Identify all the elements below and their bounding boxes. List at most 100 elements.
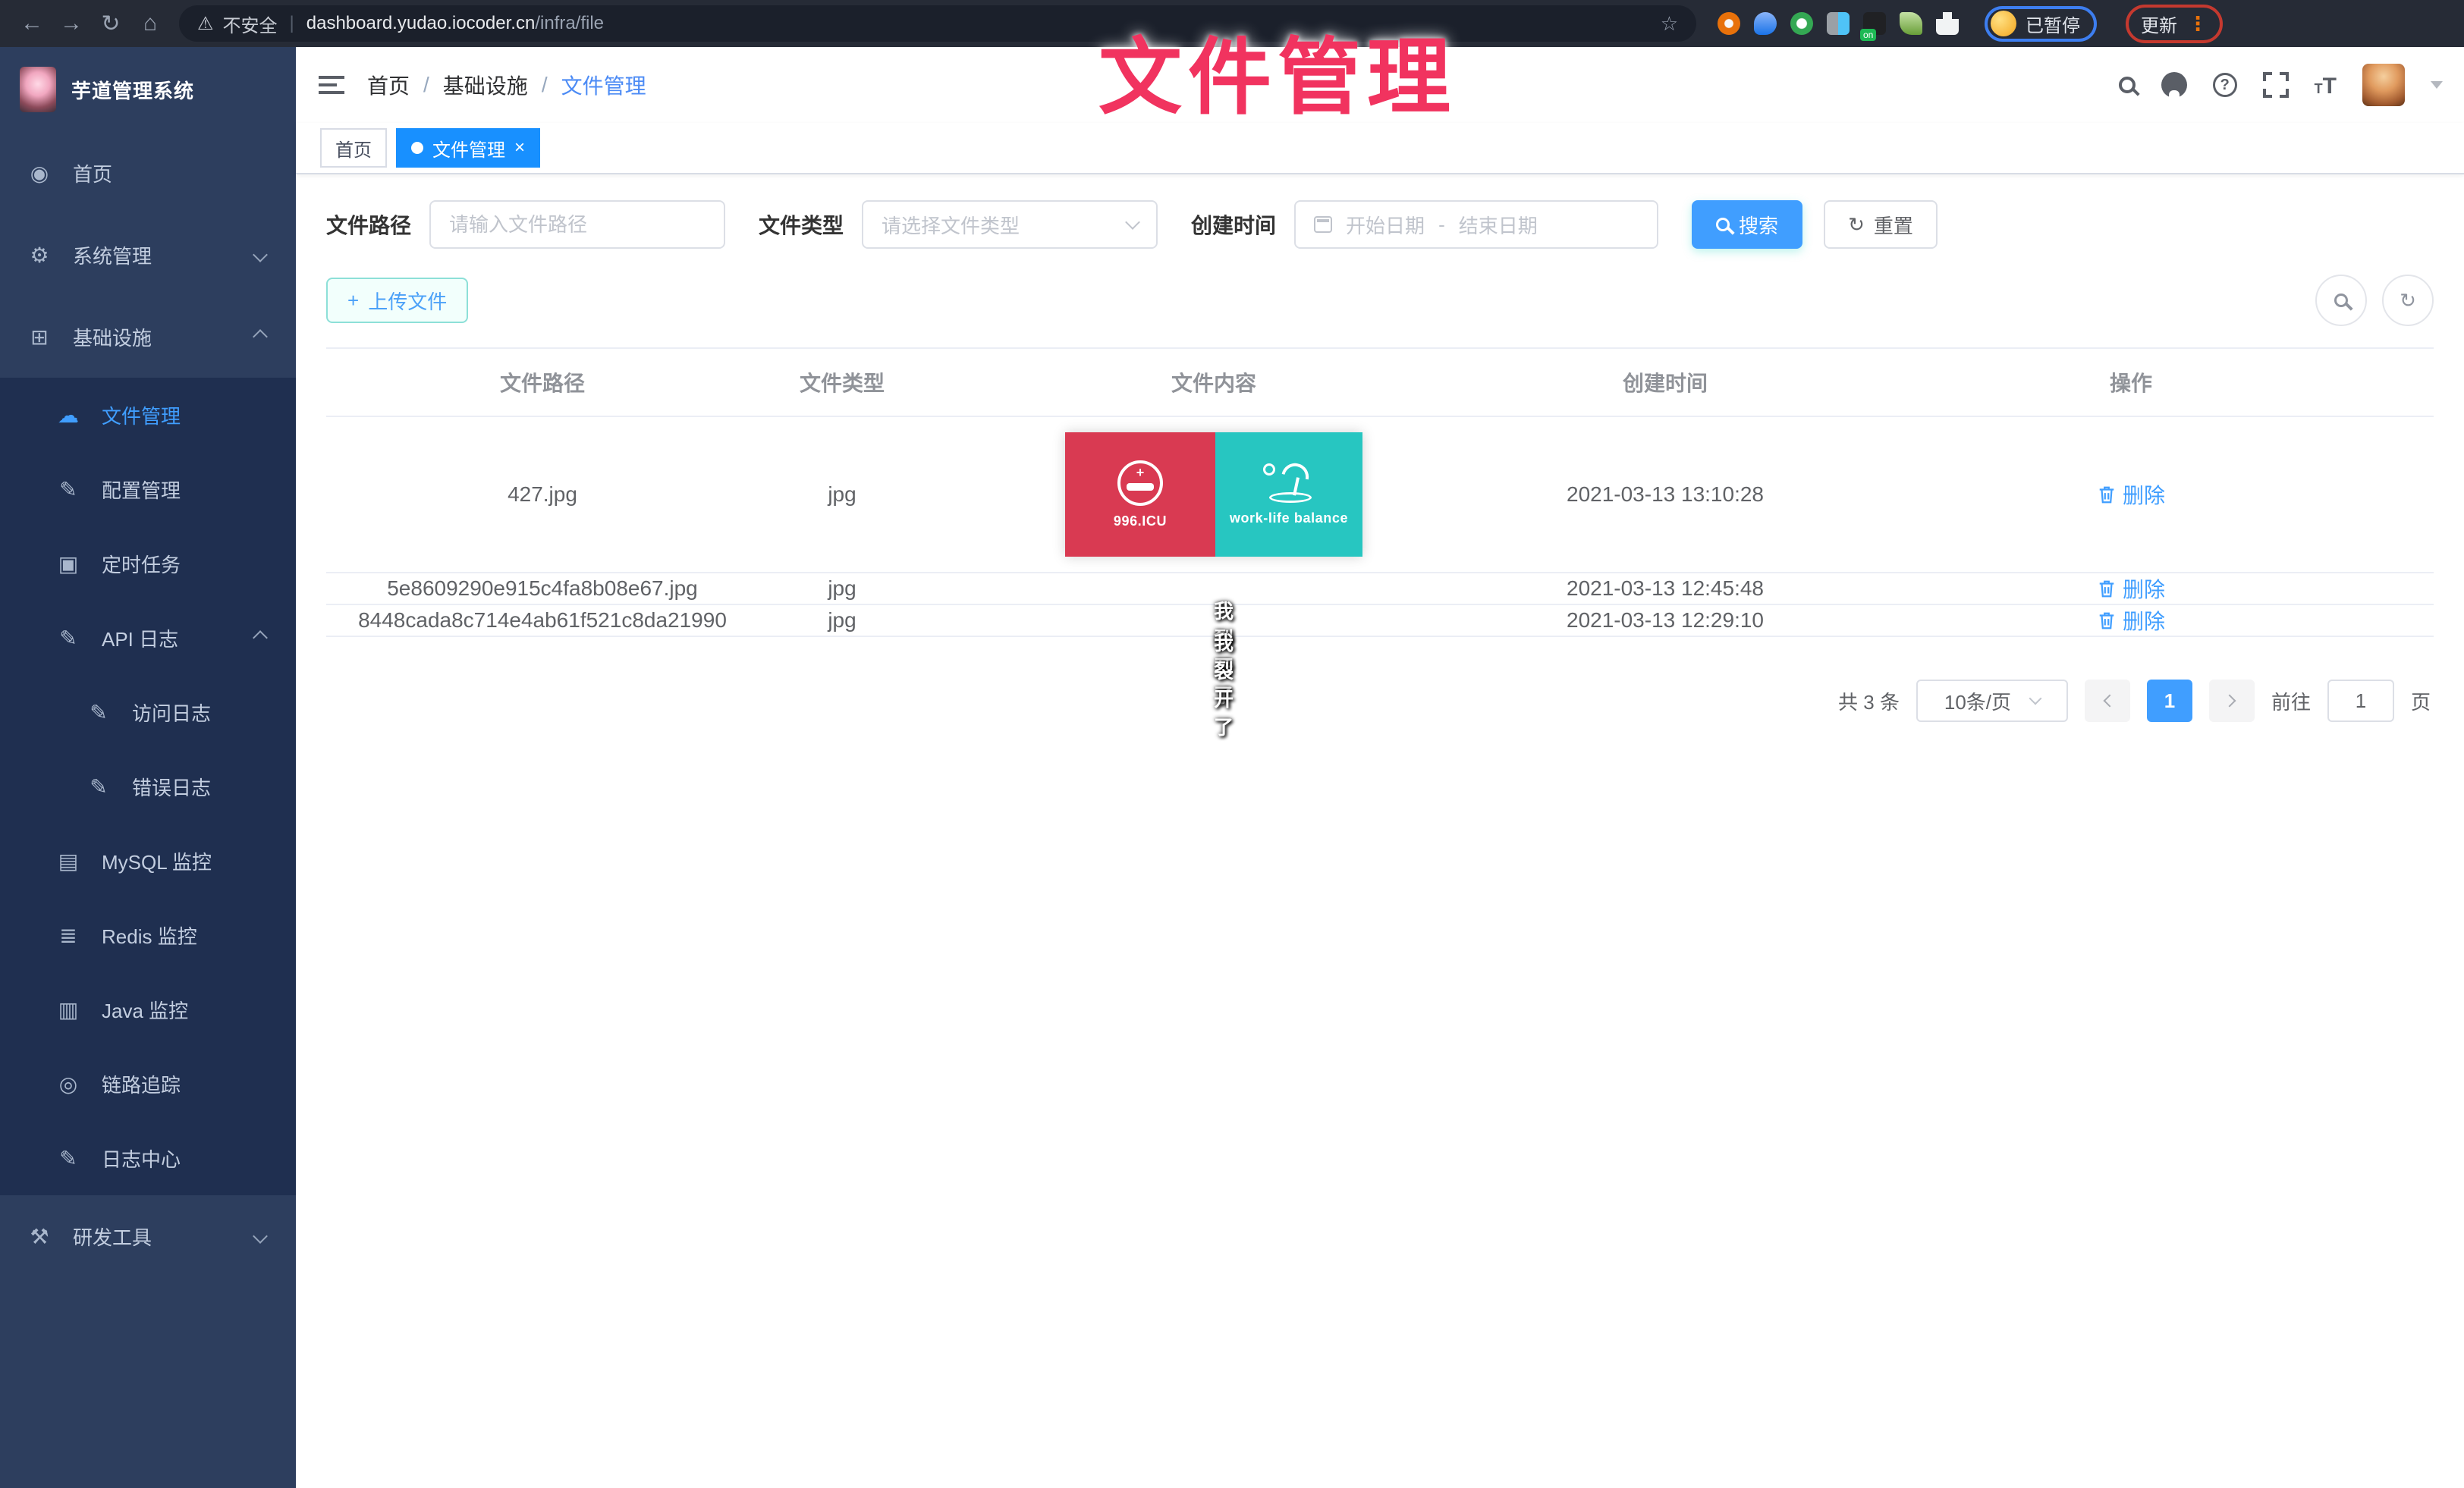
refresh-icon: ↻: [2400, 290, 2416, 310]
plus-icon: +: [347, 290, 359, 310]
upload-file-button[interactable]: + 上传文件: [326, 278, 468, 323]
delete-button[interactable]: 删除: [2097, 605, 2165, 636]
log-edit-icon: ✎: [85, 700, 112, 725]
sidebar-item-infrastructure[interactable]: ⊞ 基础设施: [0, 296, 296, 378]
url-separator: |: [290, 13, 294, 34]
extension-icon[interactable]: [1718, 12, 1740, 35]
sidebar-item-config-management[interactable]: ✎ 配置管理: [0, 452, 296, 526]
tab-bar: 首页 文件管理 ×: [296, 123, 2464, 174]
address-bar[interactable]: ⚠ 不安全 | dashboard.yudao.iocoder.cn /infr…: [179, 5, 1696, 42]
file-path-label: 文件路径: [326, 209, 411, 240]
database-icon: ▤: [55, 849, 82, 874]
extension-icon[interactable]: [1790, 12, 1813, 35]
security-warning-icon[interactable]: ⚠: [197, 13, 214, 35]
user-avatar[interactable]: [2362, 64, 2405, 106]
file-table: 文件路径 文件类型 文件内容 创建时间 操作 427.jpg jpg 996.I…: [326, 347, 2434, 637]
search-form: 文件路径 文件类型 请选择文件类型 创建时间 开始日期 - 结束日期 搜索: [326, 200, 2434, 249]
next-page-button[interactable]: [2209, 680, 2255, 722]
sidebar-item-dev-tools[interactable]: ⚒ 研发工具: [0, 1195, 296, 1277]
col-actions: 操作: [1828, 367, 2434, 397]
timer-icon: ▣: [55, 551, 82, 576]
file-type-select[interactable]: 请选择文件类型: [862, 200, 1158, 249]
dashboard-icon: ◉: [26, 161, 53, 186]
reset-button[interactable]: ↻ 重置: [1824, 200, 1938, 249]
sidebar-item-redis-monitor[interactable]: ≣ Redis 监控: [0, 898, 296, 972]
sidebar-item-trace[interactable]: ◎ 链路追踪: [0, 1047, 296, 1121]
table-row: 8448cada8c714e4ab61f521c8da21990 jpg 我裂开…: [326, 605, 2434, 637]
extension-icon[interactable]: on: [1863, 12, 1886, 35]
browser-update-button[interactable]: 更新 ⋮: [2126, 5, 2223, 43]
eye-icon: ◎: [55, 1072, 82, 1097]
sidebar-item-system-management[interactable]: ⚙ 系统管理: [0, 214, 296, 296]
sidebar-item-mysql-monitor[interactable]: ▤ MySQL 监控: [0, 824, 296, 898]
extension-on-badge: on: [1860, 29, 1876, 41]
file-path-input[interactable]: [429, 200, 725, 249]
sidebar-item-scheduled-tasks[interactable]: ▣ 定时任务: [0, 526, 296, 601]
sidebar-item-access-log[interactable]: ✎ 访问日志: [0, 675, 296, 749]
sidebar-item-api-log[interactable]: ✎ API 日志: [0, 601, 296, 675]
url-host: dashboard.yudao.iocoder.cn: [306, 13, 536, 34]
chevron-up-icon: [253, 329, 268, 344]
file-type-value: jpg: [759, 482, 926, 507]
sidebar-item-file-management[interactable]: ☁ 文件管理: [0, 378, 296, 452]
date-start-placeholder: 开始日期: [1346, 211, 1425, 239]
sidebar-item-error-log[interactable]: ✎ 错误日志: [0, 749, 296, 824]
calendar-icon: [1314, 216, 1332, 233]
refresh-button[interactable]: ↻: [2382, 275, 2434, 326]
create-time-value: 2021-03-13 13:10:28: [1502, 482, 1828, 507]
font-size-icon[interactable]: [2315, 71, 2337, 99]
browser-home-icon[interactable]: ⌂: [130, 11, 170, 36]
tab-home[interactable]: 首页: [320, 128, 387, 168]
search-icon: [2334, 294, 2348, 307]
tab-file-management[interactable]: 文件管理 ×: [396, 128, 540, 168]
github-icon[interactable]: [2161, 72, 2187, 98]
page-annotation-watermark: 文件管理: [1098, 9, 1457, 130]
sidebar-item-log-center[interactable]: ✎ 日志中心: [0, 1121, 296, 1195]
date-range-picker[interactable]: 开始日期 - 结束日期: [1294, 200, 1658, 249]
url-path: /infra/file: [535, 13, 604, 34]
log-edit-icon: ✎: [85, 774, 112, 799]
bookmark-star-icon[interactable]: ☆: [1661, 12, 1678, 36]
create-time-value: 2021-03-13 12:45:48: [1502, 576, 1828, 601]
extension-icon[interactable]: [1754, 12, 1777, 35]
search-icon: [1716, 218, 1730, 231]
browser-reload-icon[interactable]: ↻: [91, 11, 130, 37]
table-header-row: 文件路径 文件类型 文件内容 创建时间 操作: [326, 347, 2434, 417]
browser-back-icon[interactable]: ←: [12, 11, 52, 36]
file-path-value: 427.jpg: [326, 482, 759, 507]
monitor-icon: ▥: [55, 997, 82, 1022]
toggle-search-button[interactable]: [2315, 275, 2367, 326]
breadcrumb-section[interactable]: 基础设施: [443, 70, 528, 100]
hamburger-icon[interactable]: [319, 71, 344, 99]
sidebar-item-java-monitor[interactable]: ▥ Java 监控: [0, 972, 296, 1047]
cloud-file-icon: ☁: [55, 403, 82, 428]
delete-button[interactable]: 删除: [2097, 573, 2165, 604]
goto-page-input[interactable]: [2327, 680, 2394, 722]
sidebar-item-home[interactable]: ◉ 首页: [0, 132, 296, 214]
breadcrumb: 首页 / 基础设施 / 文件管理: [367, 70, 646, 100]
tools-icon: ⚒: [26, 1224, 53, 1249]
profile-avatar: [1991, 11, 2016, 36]
page-size-select[interactable]: 10条/页: [1916, 680, 2068, 722]
fullscreen-icon[interactable]: [2263, 72, 2289, 98]
profile-paused-badge[interactable]: 已暂停: [1985, 6, 2097, 42]
prev-page-button[interactable]: [2085, 680, 2130, 722]
extension-icon[interactable]: [1900, 12, 1922, 35]
search-icon[interactable]: [2119, 77, 2136, 93]
avatar-dropdown-caret-icon[interactable]: [2431, 81, 2443, 89]
delete-button[interactable]: 删除: [2097, 479, 2165, 510]
app-logo[interactable]: 芋道管理系统: [0, 47, 296, 132]
tab-close-icon[interactable]: ×: [514, 137, 525, 159]
security-label: 不安全: [223, 11, 278, 37]
help-icon[interactable]: ?: [2213, 73, 2237, 97]
browser-forward-icon[interactable]: →: [52, 11, 91, 36]
table-row: 427.jpg jpg 996.ICU: [326, 417, 2434, 573]
extension-icon[interactable]: [1827, 12, 1850, 35]
search-button[interactable]: 搜索: [1692, 200, 1802, 249]
puzzle-extensions-icon[interactable]: [1936, 12, 1959, 35]
pagination: 共 3 条 10条/页 1 前往 页: [326, 680, 2434, 722]
breadcrumb-home[interactable]: 首页: [367, 70, 410, 100]
file-preview-image[interactable]: 996.ICU work-life balance: [1065, 432, 1362, 557]
browser-menu-dots-icon[interactable]: ⋮: [2188, 12, 2208, 36]
current-page-button[interactable]: 1: [2147, 680, 2192, 722]
